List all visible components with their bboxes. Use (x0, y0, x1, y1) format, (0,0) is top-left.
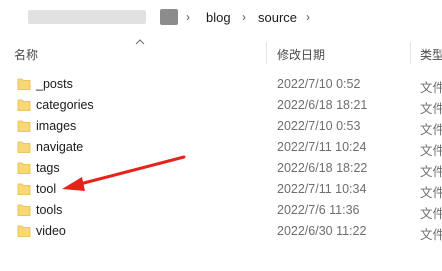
folder-icon (17, 225, 31, 237)
folder-icon (17, 120, 31, 132)
file-date: 2022/7/11 10:34 (277, 182, 367, 196)
file-name: tags (36, 161, 60, 175)
file-row[interactable]: tools 2022/7/6 11:36 文件 (0, 200, 442, 221)
file-row[interactable]: images 2022/7/10 0:53 文件 (0, 116, 442, 137)
column-header-type[interactable]: 类型 (420, 46, 442, 63)
file-type: 文件 (420, 123, 442, 137)
file-name: categories (36, 98, 94, 112)
file-name: tool (36, 182, 57, 196)
file-type: 文件 (420, 165, 442, 179)
file-type: 文件 (420, 81, 442, 95)
column-divider[interactable] (410, 42, 411, 64)
file-row[interactable]: _posts 2022/7/10 0:52 文件 (0, 74, 442, 95)
file-name: tools (36, 203, 63, 217)
file-date: 2022/7/10 0:53 (277, 119, 361, 133)
file-date: 2022/7/10 0:52 (277, 77, 361, 91)
file-name: navigate (36, 140, 84, 154)
sort-ascending-icon (135, 39, 145, 45)
file-type: 文件 (420, 186, 442, 200)
folder-icon (17, 78, 31, 90)
column-header-name[interactable]: 名称 (14, 46, 38, 63)
breadcrumb-item-source[interactable]: source (258, 10, 297, 25)
file-type: 文件 (420, 228, 442, 242)
file-date: 2022/6/18 18:21 (277, 98, 368, 112)
column-header-date[interactable]: 修改日期 (277, 46, 325, 63)
file-name: video (36, 224, 66, 238)
file-row[interactable]: tags 2022/6/18 18:22 文件 (0, 158, 442, 179)
folder-icon (17, 99, 31, 111)
file-date: 2022/6/30 11:22 (277, 224, 367, 238)
column-divider[interactable] (266, 42, 267, 64)
file-name: _posts (36, 77, 73, 91)
file-date: 2022/6/18 18:22 (277, 161, 368, 175)
folder-icon (17, 141, 31, 153)
file-row[interactable]: navigate 2022/7/11 10:24 文件 (0, 137, 442, 158)
column-header-row: 名称 修改日期 类型 (0, 39, 442, 64)
file-row[interactable]: tool 2022/7/11 10:34 文件 (0, 179, 442, 200)
file-type: 文件 (420, 144, 442, 158)
breadcrumb-item-blog[interactable]: blog (206, 10, 231, 25)
file-date: 2022/7/6 11:36 (277, 203, 360, 217)
folder-icon (17, 162, 31, 174)
chevron-right-icon: › (242, 10, 246, 24)
chevron-right-icon: › (186, 10, 190, 24)
redacted-path-segment (28, 10, 146, 24)
file-row[interactable]: categories 2022/6/18 18:21 文件 (0, 95, 442, 116)
file-type: 文件 (420, 207, 442, 221)
redacted-path-segment (160, 9, 178, 25)
file-name: images (36, 119, 77, 133)
chevron-right-icon: › (306, 10, 310, 24)
address-bar[interactable]: › blog › source › (0, 0, 442, 36)
file-type: 文件 (420, 102, 442, 116)
folder-icon (17, 204, 31, 216)
folder-icon (17, 183, 31, 195)
file-date: 2022/7/11 10:24 (277, 140, 367, 154)
file-row[interactable]: video 2022/6/30 11:22 文件 (0, 221, 442, 242)
